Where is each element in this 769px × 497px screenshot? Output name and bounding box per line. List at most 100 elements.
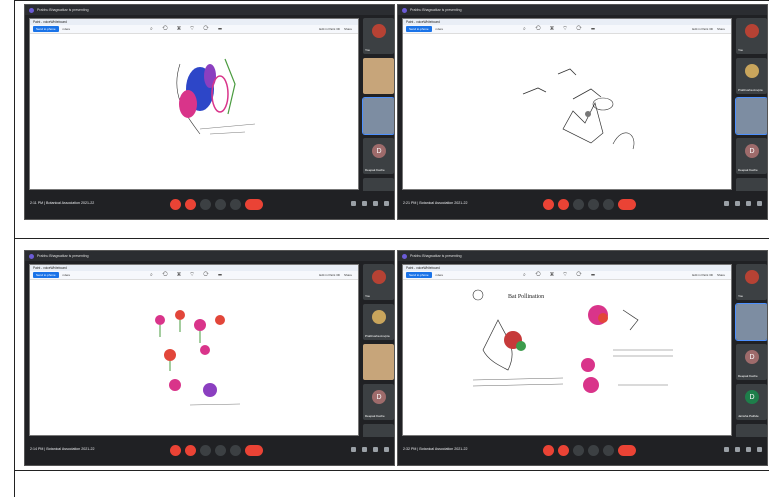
paint-window: Paint - voiceWhiteboard Send to phone nd… [29,18,359,190]
meet-control-bar: 2:11 PM | Botanical Association 2021-22 [25,191,394,219]
participant-sidebar: You DDeepak Kache DJainsha Pathde 15 oth… [735,264,767,450]
camera-button[interactable] [185,199,196,210]
participant-tile[interactable]: D Deepak Kache [736,344,767,380]
present-button[interactable] [588,445,599,456]
info-icon[interactable] [351,447,356,452]
participant-sidebar: You Prabhusha Anvpta DDeepak Kache 10 ot… [735,18,767,204]
participant-tile[interactable] [363,344,394,380]
drawing-canvas[interactable] [403,34,731,178]
end-call-button[interactable] [618,199,636,210]
participant-tile[interactable]: Prabhusha Anvpta [363,304,394,340]
window-title: Paint - voiceWhiteboard [33,20,67,24]
birds-drawing [522,68,635,150]
activities-icon[interactable] [384,201,389,206]
mic-button[interactable] [543,199,554,210]
people-icon[interactable] [362,201,367,206]
screenshot-3: Prabhu Bhagwatkar is presenting Paint - … [24,250,395,466]
people-icon[interactable] [735,447,740,452]
camera-button[interactable] [558,199,569,210]
more-button[interactable] [230,199,241,210]
camera-button[interactable] [558,445,569,456]
drawing-canvas[interactable] [30,34,358,178]
edit-paint3d-button[interactable]: Edit in Paint 3D [319,27,340,31]
present-button[interactable] [215,445,226,456]
paint-toolbar: Send to phone ndere ⌕ ⟲ ▣ ♡ ⟳ ☰ Edit in … [30,25,358,34]
paint-toolbar: Send to phone ndere ⌕ ⟲ ▣ ♡ ⟳ ☰ Edit in … [403,271,731,280]
toolbar-tab[interactable]: ndere [63,27,71,31]
participant-tile[interactable]: Prabhusha Anvpta [736,58,767,94]
browser-bar: Prabhu Bhagwatkar is presenting [398,251,767,261]
participant-tile[interactable] [363,58,394,94]
screenshot-4: Prabhu Bhagwatkar is presenting Paint - … [397,250,768,466]
participant-sidebar: You DDeepak Kache 10 others [362,18,394,204]
browser-bar: Prabhu Bhagwatkar is presenting [398,5,767,15]
meeting-time: 2:11 PM | Botanical Association 2021-22 [30,201,95,205]
meet-control-bar: 2:21 PM | Botanical Association 2021-22 [398,191,767,219]
more-button[interactable] [230,445,241,456]
mic-button[interactable] [170,199,181,210]
bat-pollination-drawing: Bat Pollination [472,289,673,393]
presenting-title: Prabhu Bhagwatkar is presenting [37,8,89,12]
more-button[interactable] [603,445,614,456]
captions-button[interactable] [573,445,584,456]
paint-window: Paint - voiceWhiteboard Send to phone nd… [402,18,732,190]
toolbar-icons[interactable]: ⌕ ⟲ ▣ ♡ ⟳ ☰ [150,26,226,32]
top-divider-line [14,0,769,1]
screenshot-1: Prabhu Bhagwatkar is presenting Paint - … [24,4,395,220]
meet-control-bar: 2:32 PM | Botanical Association 2021-22 [398,437,767,465]
chat-icon[interactable] [746,201,751,206]
captions-button[interactable] [573,199,584,210]
captions-button[interactable] [200,199,211,210]
more-button[interactable] [603,199,614,210]
participant-tile[interactable]: You [363,264,394,300]
drawing-canvas[interactable] [30,280,358,424]
participant-tile[interactable]: D Jainsha Pathde [736,384,767,420]
info-icon[interactable] [724,201,729,206]
paint-toolbar: Send to phone ndere ⌕ ⟲ ▣ ♡ ⟳ ☰ Edit in … [30,271,358,280]
chat-icon[interactable] [373,201,378,206]
chat-icon[interactable] [373,447,378,452]
middle-divider-line [14,238,769,239]
present-button[interactable] [215,199,226,210]
screenshot-2: Prabhu Bhagwatkar is presenting Paint - … [397,4,768,220]
participant-tile[interactable] [735,97,767,135]
participant-tile[interactable]: D Deepak Kache [363,384,394,420]
end-call-button[interactable] [245,445,263,456]
share-button[interactable]: Share [344,27,352,31]
left-divider-line [14,0,15,497]
paint-toolbar: Send to phone ndere ⌕ ⟲ ▣ ♡ ⟳ ☰ Edit in … [403,25,731,34]
present-button[interactable] [588,199,599,210]
send-button[interactable]: Send to phone [33,26,59,32]
participant-tile[interactable] [362,97,394,135]
chat-icon[interactable] [746,447,751,452]
participant-tile[interactable]: D Deepak Kache [736,138,767,174]
participant-tile[interactable] [735,303,767,341]
drawing-canvas[interactable]: Bat Pollination [403,280,731,424]
canvas-heading: Bat Pollination [508,294,544,300]
mic-button[interactable] [170,445,181,456]
browser-bar: Prabhu Bhagwatkar is presenting [25,251,394,261]
activities-icon[interactable] [757,447,762,452]
captions-button[interactable] [200,445,211,456]
meet-control-bar: 2:14 PM | Botanical Association 2021-22 [25,437,394,465]
participant-tile[interactable]: You [736,18,767,54]
participant-tile[interactable]: D Deepak Kache [363,138,394,174]
paint-window: Paint - voiceWhiteboard Send to phone nd… [402,264,732,436]
camera-button[interactable] [185,445,196,456]
activities-icon[interactable] [384,447,389,452]
bottom-divider-line [14,470,769,471]
people-icon[interactable] [735,201,740,206]
activities-icon[interactable] [757,201,762,206]
flower-drawing [176,58,256,135]
paint-window: Paint - voiceWhiteboard Send to phone nd… [29,264,359,436]
participant-tile[interactable]: You [736,264,767,300]
people-icon[interactable] [362,447,367,452]
info-icon[interactable] [724,447,729,452]
participant-tile[interactable]: You [363,18,394,54]
mic-button[interactable] [543,445,554,456]
info-icon[interactable] [351,201,356,206]
end-call-button[interactable] [245,199,263,210]
browser-bar: Prabhu Bhagwatkar is presenting [25,5,394,15]
flowers-drawing [155,310,241,406]
end-call-button[interactable] [618,445,636,456]
